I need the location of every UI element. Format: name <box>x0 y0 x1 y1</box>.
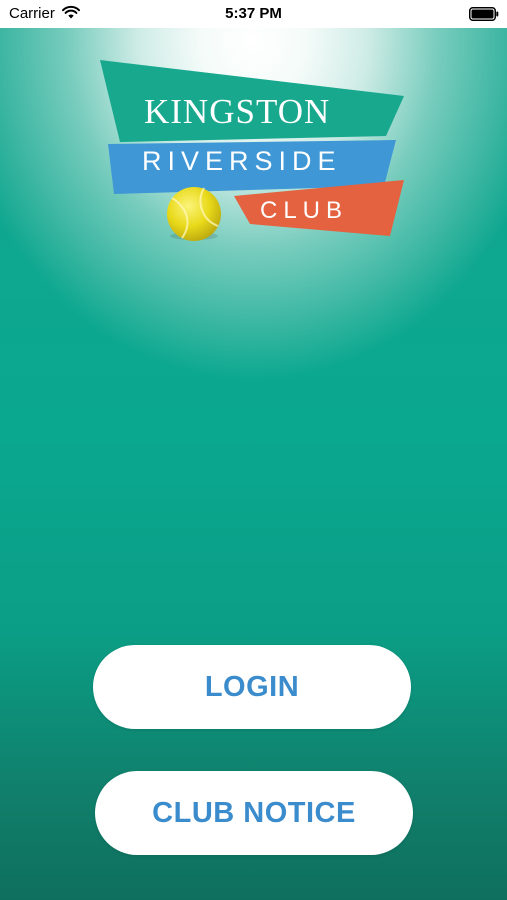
tennis-ball-icon <box>167 187 221 241</box>
club-logo: KINGSTON RIVERSIDE CLUB <box>96 56 412 246</box>
status-bar: Carrier 5:37 PM <box>0 0 507 28</box>
logo-kingston-text: KINGSTON <box>144 92 331 131</box>
battery-icon <box>469 7 499 21</box>
logo-riverside-text: RIVERSIDE <box>142 146 342 176</box>
logo-club-text: CLUB <box>260 197 349 224</box>
status-time: 5:37 PM <box>225 5 282 22</box>
club-notice-button[interactable]: CLUB NOTICE <box>95 771 413 855</box>
login-button[interactable]: LOGIN <box>93 645 411 729</box>
